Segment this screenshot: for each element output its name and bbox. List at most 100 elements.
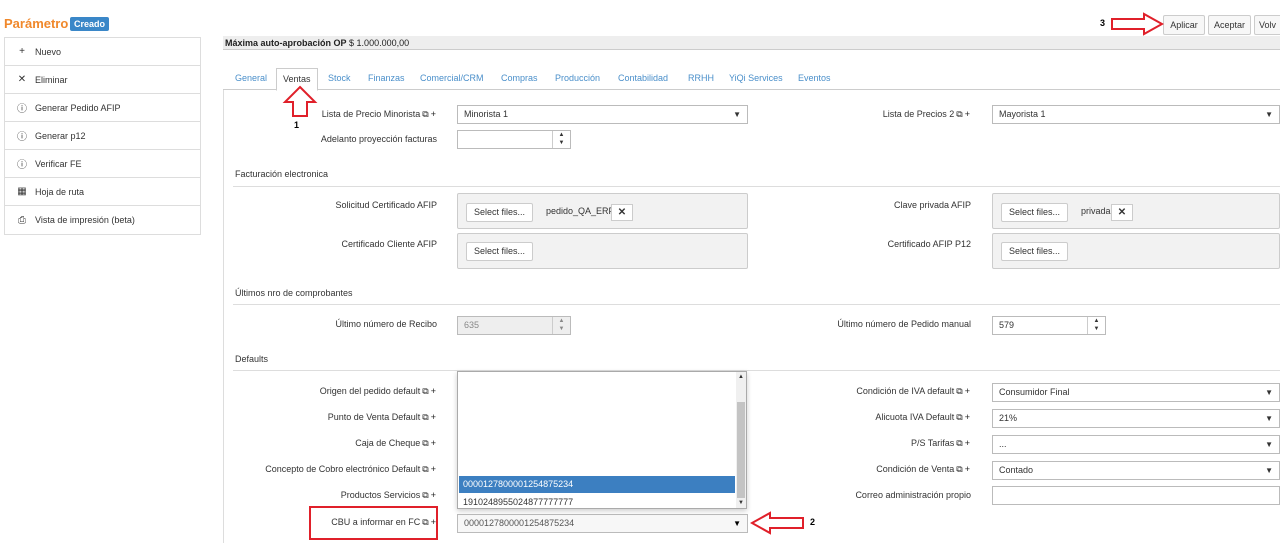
tab-comercial-crm[interactable]: Comercial/CRM (420, 73, 484, 83)
sidebar-item-label: Nuevo (35, 46, 62, 57)
caret-down-icon: ▼ (1265, 110, 1273, 119)
file-name: pedido_QA_ERP (546, 206, 615, 216)
select-files-button[interactable]: Select files... (466, 203, 534, 222)
field-label: Alicuota IVA Default (875, 412, 955, 422)
select-value: 0000127800001254875234 (464, 518, 575, 528)
cbu-select[interactable]: 0000127800001254875234 ▼ (457, 514, 748, 533)
ultimo-pedido-label: Último número de Pedido manual (837, 319, 971, 329)
tab-rrhh[interactable]: RRHH (688, 73, 714, 83)
ps-tarifas-select[interactable]: ... ▼ (992, 435, 1280, 454)
external-link-icon[interactable]: ⧉ (956, 438, 962, 448)
remove-file-icon[interactable]: ✕ (611, 204, 633, 221)
lista-minorista-row: Lista de Precio Minorista ⧉ + (240, 109, 436, 120)
plus-icon[interactable]: + (431, 438, 436, 448)
cert-p12-label: Certificado AFIP P12 (887, 239, 971, 249)
alicuota-select[interactable]: 21% ▼ (992, 409, 1280, 428)
ultimo-recibo-label: Último número de Recibo (335, 319, 437, 329)
lista-minorista-select[interactable]: Minorista 1 ▼ (457, 105, 748, 124)
tab-compras[interactable]: Compras (501, 73, 538, 83)
tab-contabilidad[interactable]: Contabilidad (618, 73, 668, 83)
plus-icon[interactable]: + (965, 109, 970, 119)
scroll-up-icon[interactable]: ▲ (738, 374, 744, 380)
adelanto-input[interactable]: ▲ ▼ (457, 130, 571, 149)
close-icon: ✕ (17, 74, 27, 85)
plus-icon[interactable]: + (965, 412, 970, 422)
clave-privada-upload: Select files... privada ✕ (992, 193, 1280, 229)
ultimo-pedido-input[interactable]: 579 ▲ ▼ (992, 316, 1106, 335)
spinner-icon[interactable]: ▲ ▼ (552, 131, 570, 148)
adelanto-label: Adelanto proyección facturas (320, 134, 437, 144)
plus-icon[interactable]: + (431, 412, 436, 422)
select-value: Consumidor Final (999, 387, 1070, 397)
external-link-icon[interactable]: ⧉ (422, 464, 428, 474)
plus-icon[interactable]: + (431, 386, 436, 396)
external-link-icon[interactable]: ⧉ (422, 490, 428, 500)
calendar-icon: ▦ (17, 186, 27, 197)
plus-icon[interactable]: + (431, 109, 436, 119)
plus-icon: + (19, 46, 25, 57)
spinner-icon[interactable]: ▲ ▼ (1087, 317, 1105, 334)
dropdown-option[interactable]: 1910248955024877777777 (459, 494, 735, 511)
tab-yiqi-services[interactable]: YiQi Services (729, 73, 783, 83)
lista-precios2-select[interactable]: Mayorista 1 ▼ (992, 105, 1280, 124)
info-bar: Máxima auto-aprobación OP $ 1.000.000,00 (223, 36, 1280, 50)
field-label: Lista de Precio Minorista (321, 109, 421, 119)
alicuota-row: Alicuota IVA Default ⧉ + (790, 412, 970, 423)
sidebar-item-hoja-de-ruta[interactable]: ▦ Hoja de ruta (5, 178, 200, 206)
annotation-number-1: 1 (294, 120, 300, 130)
external-link-icon[interactable]: ⧉ (422, 412, 428, 422)
caret-down-icon: ▼ (733, 110, 741, 119)
back-button[interactable]: Volv (1254, 15, 1280, 35)
tab-general[interactable]: General (235, 73, 267, 83)
external-link-icon[interactable]: ⧉ (422, 438, 428, 448)
accept-button[interactable]: Aceptar (1208, 15, 1251, 35)
tab-produccion[interactable]: Producción (555, 73, 600, 83)
external-link-icon[interactable]: ⧉ (956, 109, 962, 119)
external-link-icon[interactable]: ⧉ (422, 517, 428, 527)
sidebar-item-generar-p12[interactable]: ⓘ Generar p12 (5, 122, 200, 150)
sidebar-item-eliminar[interactable]: ✕ Eliminar (5, 66, 200, 94)
external-link-icon[interactable]: ⧉ (422, 109, 428, 119)
plus-icon[interactable]: + (965, 464, 970, 474)
tab-eventos[interactable]: Eventos (798, 73, 831, 83)
plus-icon[interactable]: + (431, 464, 436, 474)
sidebar-item-label: Hoja de ruta (35, 186, 85, 197)
plus-icon[interactable]: + (965, 438, 970, 448)
select-files-button[interactable]: Select files... (466, 242, 534, 261)
external-link-icon[interactable]: ⧉ (956, 386, 962, 396)
select-files-button[interactable]: Select files... (1001, 242, 1069, 261)
remove-file-icon[interactable]: ✕ (1111, 204, 1133, 221)
clave-privada-label: Clave privada AFIP (893, 200, 971, 210)
correo-input[interactable] (992, 486, 1280, 505)
external-link-icon[interactable]: ⧉ (956, 464, 962, 474)
info-circle-icon: ⓘ (17, 132, 27, 143)
cond-venta-select[interactable]: Contado ▼ (992, 461, 1280, 480)
select-files-button[interactable]: Select files... (1001, 203, 1069, 222)
sidebar-item-nuevo[interactable]: + Nuevo (5, 38, 200, 66)
apply-button[interactable]: Aplicar (1163, 15, 1205, 35)
sidebar-item-generar-pedido-afip[interactable]: ⓘ Generar Pedido AFIP (5, 94, 200, 122)
section-title-defaults: Defaults (235, 354, 269, 364)
scrollbar-thumb[interactable] (737, 402, 745, 498)
plus-icon[interactable]: + (431, 517, 436, 527)
scrollbar[interactable]: ▲ ▼ (736, 372, 746, 508)
sidebar-item-verificar-fe[interactable]: ⓘ Verificar FE (5, 150, 200, 178)
info-circle-icon: ⓘ (17, 104, 27, 115)
annotation-arrow-left (750, 511, 804, 535)
cond-iva-select[interactable]: Consumidor Final ▼ (992, 383, 1280, 402)
plus-icon[interactable]: + (965, 386, 970, 396)
field-label: Condición de Venta (876, 464, 955, 474)
plus-icon[interactable]: + (431, 490, 436, 500)
dropdown-option[interactable]: 0000127800001254875234 (459, 476, 735, 493)
scroll-down-icon[interactable]: ▼ (738, 500, 744, 506)
cbu-dropdown-list[interactable]: ▲ ▼ 0000127800001254875234 1910248955024… (457, 371, 747, 509)
info-label: Máxima auto-aprobación OP (225, 38, 347, 48)
tab-stock[interactable]: Stock (328, 73, 351, 83)
external-link-icon[interactable]: ⧉ (956, 412, 962, 422)
cert-cliente-upload: Select files... (457, 233, 748, 269)
productos-servicios-row: Productos Servicios ⧉ + (240, 490, 436, 501)
sidebar-item-vista-impresion[interactable]: ⎙ Vista de impresión (beta) (5, 206, 200, 234)
external-link-icon[interactable]: ⧉ (422, 386, 428, 396)
section-title-fe: Facturación electronica (235, 169, 329, 179)
tab-finanzas[interactable]: Finanzas (368, 73, 405, 83)
